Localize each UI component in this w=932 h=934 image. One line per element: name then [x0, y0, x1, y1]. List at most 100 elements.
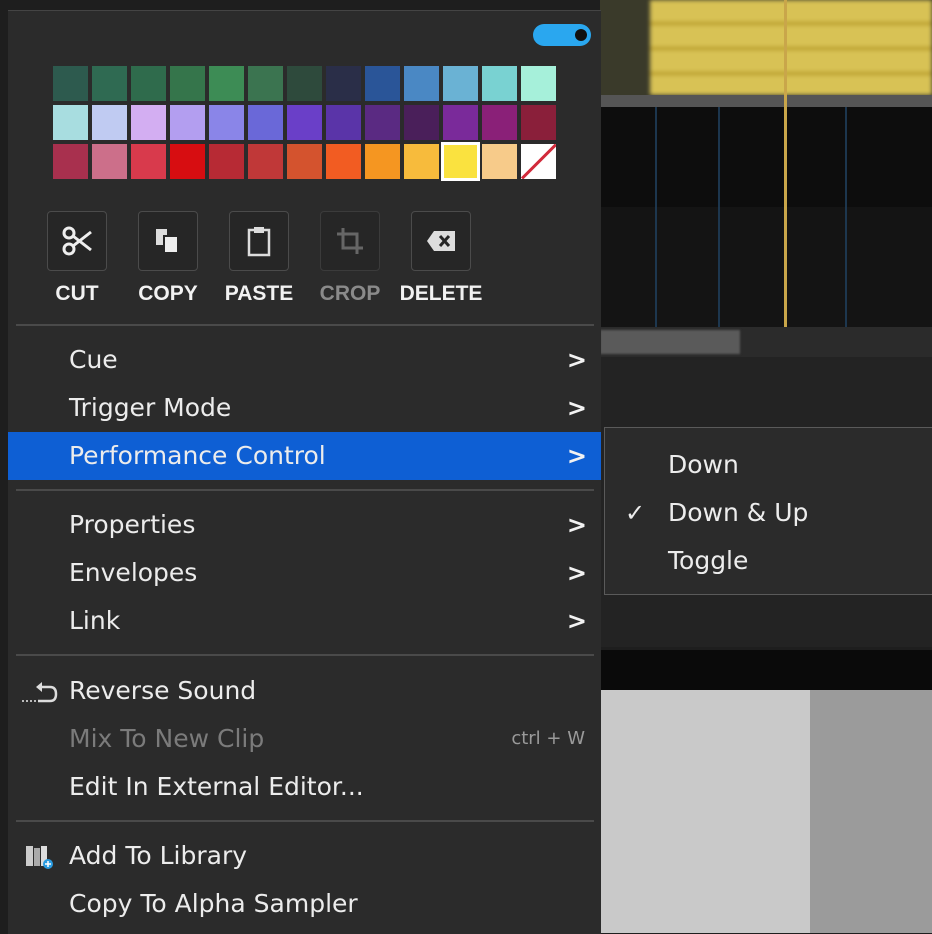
color-swatch[interactable]: [53, 144, 88, 179]
separator: [16, 489, 594, 491]
chevron-right-icon: >: [566, 607, 587, 635]
reverse-icon: [22, 682, 58, 703]
delete-box: [411, 211, 471, 271]
color-swatch[interactable]: [92, 66, 127, 101]
separator: [16, 654, 594, 656]
color-swatch[interactable]: [170, 144, 205, 179]
color-swatch[interactable]: [521, 66, 556, 101]
color-swatch[interactable]: [131, 66, 166, 101]
menu-item-label: Properties: [69, 510, 196, 539]
chevron-right-icon: >: [566, 511, 587, 539]
menu-item-label: Mix To New Clip: [69, 724, 265, 753]
color-swatch[interactable]: [131, 144, 166, 179]
cut-button[interactable]: CUT: [32, 211, 122, 305]
color-swatch[interactable]: [326, 66, 361, 101]
menu-item-mix-to-new-clip[interactable]: Mix To New Clip ctrl + W: [8, 715, 601, 763]
library-icon: [26, 846, 53, 869]
color-swatch[interactable]: [170, 66, 205, 101]
bg-track: [600, 107, 932, 207]
submenu-item-down[interactable]: Down: [605, 441, 932, 489]
color-swatch[interactable]: [248, 144, 283, 179]
menu-item-envelopes[interactable]: Envelopes >: [8, 549, 601, 597]
crop-icon: [337, 228, 363, 254]
menu-item-cue[interactable]: Cue >: [8, 336, 601, 384]
chevron-right-icon: >: [566, 442, 587, 470]
color-swatch[interactable]: [404, 105, 439, 140]
submenu-item-label: Down & Up: [668, 498, 809, 527]
performance-control-submenu: Down ✓ Down & Up Toggle: [604, 427, 932, 595]
color-swatch[interactable]: [92, 144, 127, 179]
bg-track: [600, 207, 932, 327]
color-swatch[interactable]: [482, 66, 517, 101]
bg-playhead: [784, 0, 787, 330]
checkmark-icon: ✓: [625, 499, 646, 527]
color-swatch[interactable]: [404, 144, 439, 179]
bg-lane: [650, 72, 932, 75]
bg-lane: [650, 47, 932, 50]
submenu-item-label: Toggle: [668, 546, 749, 575]
color-swatch[interactable]: [248, 105, 283, 140]
color-swatch[interactable]: [209, 144, 244, 179]
crop-button[interactable]: CROP: [305, 211, 395, 305]
color-swatch[interactable]: [482, 105, 517, 140]
delete-label: DELETE: [399, 282, 483, 305]
menu-item-link[interactable]: Link >: [8, 597, 601, 645]
copy-box: [138, 211, 198, 271]
bg-lane: [650, 22, 932, 25]
crop-label: CROP: [319, 282, 381, 305]
submenu-item-down-up[interactable]: ✓ Down & Up: [605, 489, 932, 537]
color-swatch[interactable]: [326, 144, 361, 179]
color-swatch[interactable]: [92, 105, 127, 140]
color-swatch[interactable]: [443, 66, 478, 101]
color-swatch[interactable]: [53, 66, 88, 101]
submenu-item-toggle[interactable]: Toggle: [605, 537, 932, 585]
menu-item-copy-to-alpha-sampler[interactable]: Copy To Alpha Sampler: [8, 880, 601, 928]
menu-item-edit-external[interactable]: Edit In External Editor...: [8, 763, 601, 811]
bg-panel: [600, 690, 810, 933]
color-swatch[interactable]: [365, 144, 400, 179]
color-swatch[interactable]: [482, 144, 517, 179]
menu-item-label: Copy To Alpha Sampler: [69, 889, 358, 918]
menu-item-reverse-sound[interactable]: Reverse Sound: [8, 667, 601, 715]
scissors-icon: [62, 226, 92, 256]
bg-panel: [810, 690, 932, 933]
menu-item-label: Trigger Mode: [69, 393, 232, 422]
menu-item-trigger-mode[interactable]: Trigger Mode >: [8, 384, 601, 432]
menu-item-performance-control[interactable]: Performance Control >: [8, 432, 601, 480]
submenu-item-label: Down: [668, 450, 739, 479]
color-swatch[interactable]: [443, 105, 478, 140]
toggle-switch[interactable]: [533, 24, 591, 46]
copy-label: COPY: [138, 282, 198, 305]
color-swatch[interactable]: [521, 105, 556, 140]
backspace-icon: [427, 231, 455, 251]
context-menu: CUT COPY PASTE CROP DELETE Cue > Trigger…: [8, 10, 601, 934]
color-swatch[interactable]: [287, 144, 322, 179]
bg-grid-line: [718, 107, 720, 327]
color-swatch[interactable]: [404, 66, 439, 101]
color-swatch[interactable]: [209, 105, 244, 140]
bg-grid-line: [655, 107, 657, 327]
color-swatch[interactable]: [53, 105, 88, 140]
color-swatch[interactable]: [209, 66, 244, 101]
chevron-right-icon: >: [566, 394, 587, 422]
toggle-knob: [575, 29, 587, 41]
color-swatch[interactable]: [287, 105, 322, 140]
paste-button[interactable]: PASTE: [214, 211, 304, 305]
copy-button[interactable]: COPY: [123, 211, 213, 305]
color-swatch[interactable]: [131, 105, 166, 140]
color-swatch[interactable]: [326, 105, 361, 140]
menu-item-add-to-library[interactable]: Add To Library: [8, 832, 601, 880]
color-swatch[interactable]: [365, 66, 400, 101]
menu-item-properties[interactable]: Properties >: [8, 501, 601, 549]
crop-box: [320, 211, 380, 271]
color-swatch[interactable]: [287, 66, 322, 101]
color-swatch[interactable]: [170, 105, 205, 140]
color-swatch[interactable]: [365, 105, 400, 140]
copy-icon: [156, 229, 179, 254]
menu-item-label: Cue: [69, 345, 118, 374]
menu-item-label: Add To Library: [69, 841, 248, 870]
delete-button[interactable]: DELETE: [396, 211, 486, 305]
color-swatch[interactable]: [441, 142, 480, 181]
color-swatch[interactable]: [248, 66, 283, 101]
no-color-swatch[interactable]: [521, 144, 556, 179]
